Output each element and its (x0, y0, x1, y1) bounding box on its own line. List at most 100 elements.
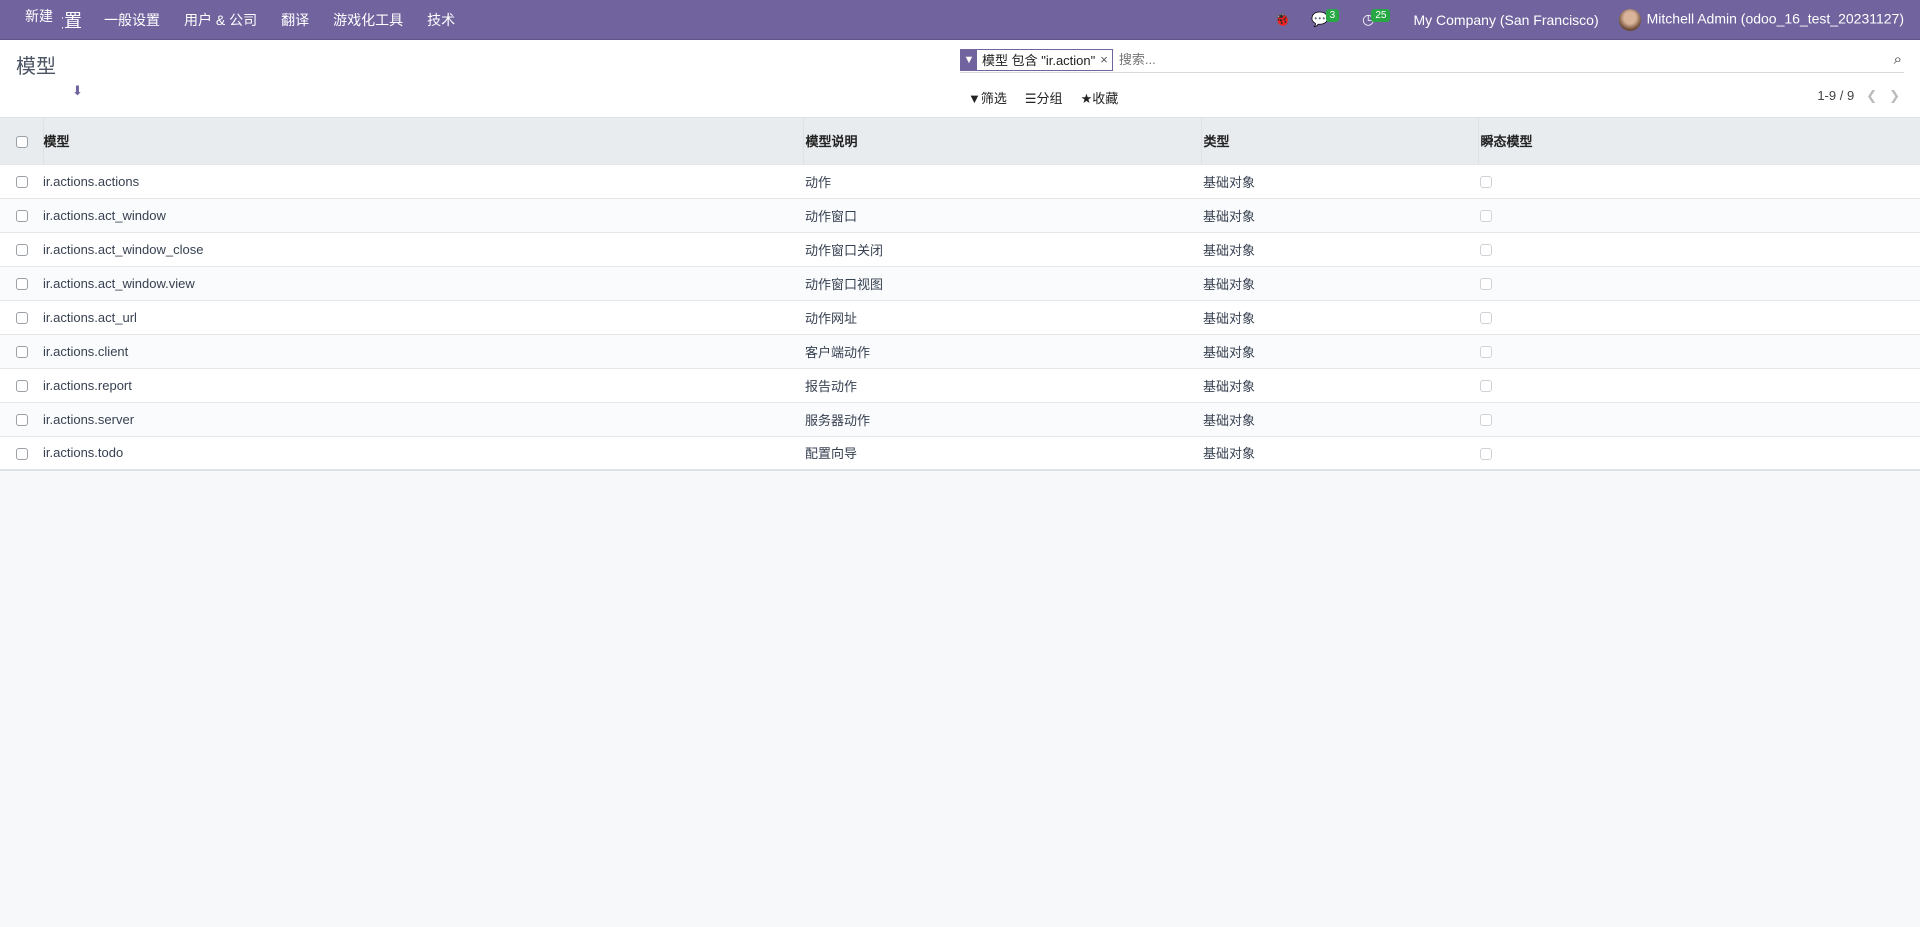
chevron-right-icon[interactable]: ❯ (1889, 88, 1900, 104)
description-cell[interactable]: 报告动作 (803, 367, 1201, 402)
table-row[interactable]: ir.actions.actions 动作 基础对象 (0, 163, 1920, 198)
groupby-label: 分组 (1036, 91, 1063, 106)
transient-checkbox (1480, 176, 1492, 189)
column-description[interactable]: 模型说明 (802, 118, 1201, 164)
type-cell[interactable]: 基础对象 (1201, 265, 1478, 300)
transient-checkbox (1480, 447, 1492, 460)
table-row[interactable]: ir.actions.report 报告动作 基础对象 (0, 367, 1920, 402)
type-cell[interactable]: 基础对象 (1201, 163, 1478, 198)
model-cell[interactable]: ir.actions.server (43, 401, 803, 436)
description-cell[interactable]: 动作窗口 (803, 197, 1201, 232)
search-input[interactable] (1118, 52, 1894, 67)
row-checkbox[interactable] (16, 244, 28, 257)
table-row[interactable]: ir.actions.client 客户端动作 基础对象 (0, 333, 1920, 368)
favorites-dropdown[interactable]: ★收藏 (1081, 88, 1119, 107)
row-checkbox[interactable] (16, 380, 28, 393)
search-options: ▼筛选 ☰分组 ★收藏 (968, 88, 1118, 107)
transient-checkbox (1480, 312, 1492, 325)
row-checkbox[interactable] (16, 278, 28, 291)
table-row[interactable]: ir.actions.act_window.view 动作窗口视图 基础对象 (0, 265, 1920, 300)
table-row[interactable]: ir.actions.act_url 动作网址 基础对象 (0, 299, 1920, 334)
user-name: Mitchell Admin (odoo_16_test_20231127) (1646, 10, 1904, 27)
row-select-cell (0, 299, 43, 334)
row-select-cell (0, 333, 43, 368)
row-select-cell (0, 265, 43, 300)
type-cell[interactable]: 基础对象 (1201, 197, 1478, 232)
description-cell[interactable]: 动作窗口视图 (803, 265, 1201, 300)
model-cell[interactable]: ir.actions.act_window_close (43, 231, 803, 266)
description-cell[interactable]: 动作窗口关闭 (803, 231, 1201, 266)
facet-value: 模型 包含 "ir.action" (982, 53, 1096, 68)
description-cell[interactable]: 服务器动作 (803, 401, 1201, 436)
menu-technical[interactable]: 技术 (427, 10, 455, 30)
row-checkbox[interactable] (16, 346, 28, 359)
menu-gamification[interactable]: 游戏化工具 (333, 10, 403, 30)
control-panel: 模型 新建 ⬇ ▼ 模型 包含 "ir.action" × ⌕ ▼筛选 ☰分组 … (0, 0, 1920, 118)
row-checkbox[interactable] (16, 210, 28, 223)
transient-cell (1478, 231, 1920, 266)
description-cell[interactable]: 动作网址 (803, 299, 1201, 334)
model-cell[interactable]: ir.actions.report (43, 367, 803, 402)
pager: 1-9 / 9 ❮ ❯ (1817, 88, 1900, 104)
row-select-cell (0, 401, 43, 436)
type-cell[interactable]: 基础对象 (1201, 299, 1478, 334)
row-checkbox[interactable] (16, 414, 28, 427)
new-button[interactable]: 新建 (16, 0, 62, 31)
pager-value[interactable]: 1-9 / 9 (1817, 88, 1854, 104)
menu-users-companies[interactable]: 用户 & 公司 (184, 10, 257, 30)
transient-checkbox (1480, 414, 1492, 427)
table-row[interactable]: ir.actions.todo 配置向导 基础对象 (0, 435, 1920, 471)
row-checkbox[interactable] (16, 176, 28, 189)
activities-badge: 25 (1371, 9, 1391, 22)
menu-translations[interactable]: 翻译 (281, 10, 309, 30)
column-transient[interactable]: 瞬态模型 (1477, 118, 1920, 164)
layers-icon: ☰ (1024, 91, 1037, 106)
model-cell[interactable]: ir.actions.actions (43, 163, 803, 198)
row-select-cell (0, 163, 43, 198)
column-model[interactable]: 模型 (42, 118, 803, 164)
transient-checkbox (1480, 380, 1492, 393)
groupby-dropdown[interactable]: ☰分组 (1025, 88, 1063, 107)
select-all-checkbox[interactable] (16, 135, 28, 148)
description-cell[interactable]: 配置向导 (803, 435, 1201, 471)
type-cell[interactable]: 基础对象 (1201, 367, 1478, 402)
page-title: 模型 (16, 56, 56, 78)
user-menu[interactable]: Mitchell Admin (odoo_16_test_20231127) (1618, 8, 1904, 31)
row-checkbox[interactable] (16, 312, 28, 325)
activities-button[interactable]: ◷25 (1362, 9, 1393, 28)
models-table: 模型 模型说明 类型 瞬态模型 ir.actions.actions 动作 基础… (0, 118, 1920, 471)
chevron-left-icon[interactable]: ❮ (1866, 88, 1877, 104)
messages-button[interactable]: 💬3 (1311, 9, 1342, 28)
search-facet: ▼ 模型 包含 "ir.action" × (960, 48, 1113, 71)
table-row[interactable]: ir.actions.act_window_close 动作窗口关闭 基础对象 (0, 231, 1920, 266)
model-cell[interactable]: ir.actions.todo (43, 435, 803, 471)
transient-checkbox (1480, 346, 1492, 359)
model-cell[interactable]: ir.actions.act_url (43, 299, 803, 334)
menu-general-settings[interactable]: 一般设置 (104, 10, 160, 30)
description-cell[interactable]: 动作 (803, 163, 1201, 198)
company-switcher[interactable]: My Company (San Francisco) (1413, 12, 1598, 28)
type-cell[interactable]: 基础对象 (1201, 333, 1478, 368)
row-select-cell (0, 435, 43, 471)
description-cell[interactable]: 客户端动作 (803, 333, 1201, 368)
download-icon[interactable]: ⬇ (72, 83, 83, 99)
table-row[interactable]: ir.actions.act_window 动作窗口 基础对象 (0, 197, 1920, 232)
type-cell[interactable]: 基础对象 (1201, 435, 1478, 471)
transient-cell (1478, 435, 1920, 471)
transient-cell (1478, 197, 1920, 232)
filter-dropdown[interactable]: ▼筛选 (968, 88, 1007, 107)
debug-bug-icon[interactable]: 🐞 (1274, 11, 1291, 28)
model-cell[interactable]: ir.actions.act_window (43, 197, 803, 232)
row-checkbox[interactable] (16, 447, 28, 460)
search-icon[interactable]: ⌕ (1894, 51, 1904, 68)
model-cell[interactable]: ir.actions.act_window.view (43, 265, 803, 300)
type-cell[interactable]: 基础对象 (1201, 401, 1478, 436)
model-cell[interactable]: ir.actions.client (43, 333, 803, 368)
transient-cell (1478, 333, 1920, 368)
filter-label: 筛选 (980, 91, 1007, 106)
facet-remove-icon[interactable]: × (1100, 52, 1112, 67)
favorites-label: 收藏 (1092, 91, 1119, 106)
column-type[interactable]: 类型 (1200, 118, 1478, 164)
table-row[interactable]: ir.actions.server 服务器动作 基础对象 (0, 401, 1920, 436)
type-cell[interactable]: 基础对象 (1201, 231, 1478, 266)
